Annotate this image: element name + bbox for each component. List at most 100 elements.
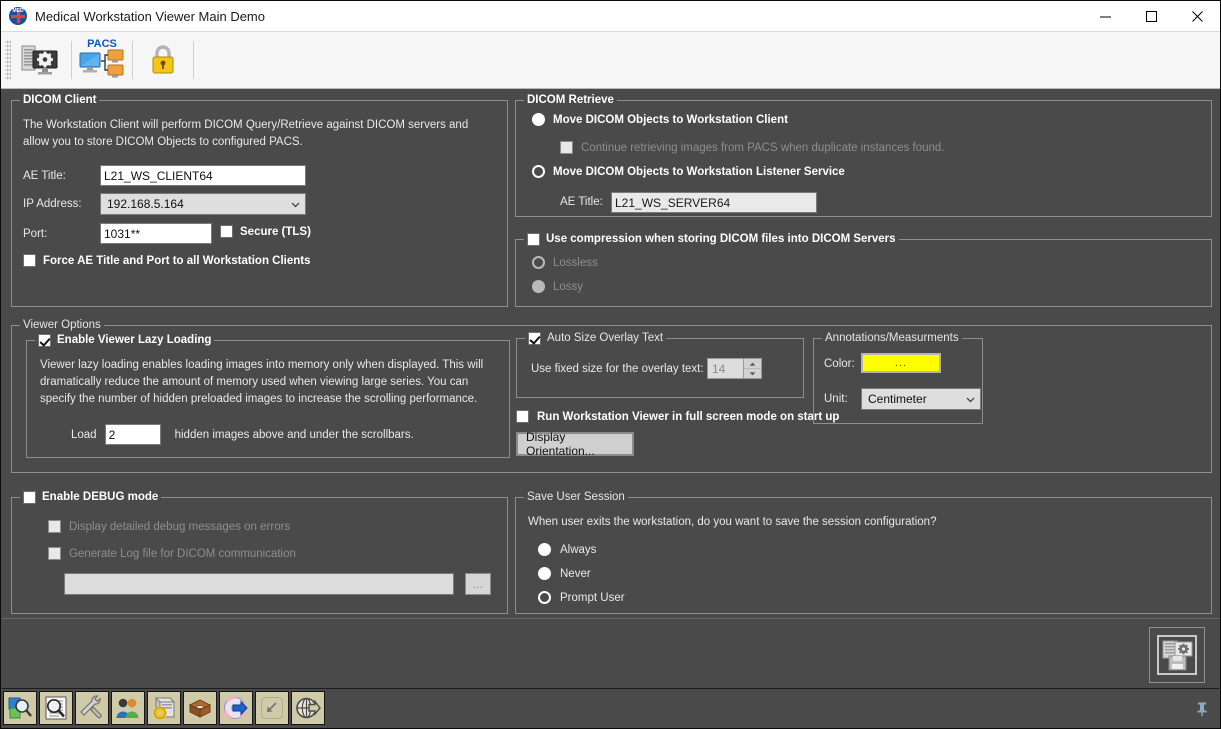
caret-down-icon	[749, 372, 756, 376]
continue-retrieving-row[interactable]: Continue retrieving images from PACS whe…	[560, 141, 945, 154]
session-option-always[interactable]: Always	[538, 543, 596, 556]
listener-ae-title-input[interactable]	[611, 192, 817, 213]
compression-checkbox[interactable]	[527, 233, 540, 246]
log-browse-button[interactable]: ...	[465, 573, 491, 595]
debug-checkbox[interactable]	[23, 491, 36, 504]
continue-retrieving-checkbox[interactable]	[560, 141, 573, 154]
server-settings-button[interactable]	[15, 36, 67, 84]
globe-export-button[interactable]	[291, 691, 325, 725]
session-never-radio[interactable]	[538, 567, 551, 580]
secure-tls-label: Secure (TLS)	[240, 226, 311, 238]
save-settings-button[interactable]	[1149, 627, 1205, 683]
force-ae-row[interactable]: Force AE Title and Port to all Workstati…	[23, 254, 311, 267]
generate-log-checkbox[interactable]	[48, 547, 61, 560]
save-session-group: Save User Session When user exits the wo…	[515, 497, 1212, 614]
lazy-loading-group: Enable Viewer Lazy Loading Viewer lazy l…	[26, 340, 510, 458]
display-orientation-button[interactable]: Display Orientation...	[516, 432, 634, 456]
minimize-button[interactable]	[1082, 1, 1128, 31]
full-screen-checkbox[interactable]	[516, 410, 529, 423]
pin-icon	[1195, 701, 1209, 717]
listener-ae-title-label: AE Title:	[560, 196, 603, 208]
users-button[interactable]	[111, 691, 145, 725]
session-always-radio[interactable]	[538, 543, 551, 556]
dicom-retrieve-group: DICOM Retrieve Move DICOM Objects to Wor…	[515, 100, 1212, 217]
retrieve-client-radio[interactable]	[532, 113, 545, 126]
minimize-icon	[1099, 10, 1112, 23]
magnifier-document-button[interactable]	[39, 691, 73, 725]
maximize-button[interactable]	[1128, 1, 1174, 31]
toolbar-separator-1	[71, 41, 72, 79]
spin-up-button[interactable]	[744, 359, 761, 369]
full-screen-row[interactable]: Run Workstation Viewer in full screen mo…	[516, 410, 839, 423]
session-prompt-label: Prompt User	[560, 592, 625, 604]
magnifier-document-icon	[43, 695, 69, 721]
wrench-tool-button[interactable]	[75, 691, 109, 725]
session-option-never[interactable]: Never	[538, 567, 591, 580]
session-always-label: Always	[560, 544, 596, 556]
force-ae-checkbox[interactable]	[23, 254, 36, 267]
retrieve-client-option[interactable]: Move DICOM Objects to Workstation Client	[532, 113, 788, 126]
bottom-toolbar-spacer	[327, 691, 361, 725]
session-option-prompt[interactable]: Prompt User	[538, 591, 625, 604]
toolbar-separator-3	[193, 41, 194, 79]
lossy-radio[interactable]	[532, 280, 545, 293]
auto-size-legend-wrap[interactable]: Auto Size Overlay Text	[525, 331, 666, 345]
archive-box-icon	[187, 695, 213, 721]
close-button[interactable]	[1174, 1, 1220, 31]
viewer-options-legend: Viewer Options	[20, 318, 104, 332]
lossless-label: Lossless	[553, 257, 598, 269]
dicom-retrieve-legend: DICOM Retrieve	[524, 93, 617, 107]
generate-log-row[interactable]: Generate Log file for DICOM communicatio…	[48, 547, 296, 560]
session-prompt-radio[interactable]	[538, 591, 551, 604]
fixed-size-spinner[interactable]: 14	[707, 358, 762, 379]
lazy-load-suffix: hidden images above and under the scroll…	[175, 429, 414, 441]
client-port-input[interactable]	[100, 223, 212, 244]
lossless-radio[interactable]	[532, 256, 545, 269]
secure-tls-checkbox[interactable]	[220, 225, 233, 238]
secure-tls-row[interactable]: Secure (TLS)	[220, 225, 311, 238]
auto-size-legend: Auto Size Overlay Text	[547, 331, 663, 345]
debug-legend: Enable DEBUG mode	[42, 490, 158, 504]
chevron-down-icon	[965, 394, 976, 405]
cd-export-button[interactable]	[219, 691, 253, 725]
spin-down-button[interactable]	[744, 369, 761, 378]
compression-legend-wrap[interactable]: Use compression when storing DICOM files…	[524, 232, 899, 246]
save-settings-icon	[1155, 633, 1199, 677]
annotation-color-button-text: ...	[895, 357, 907, 369]
server-settings-icon	[20, 40, 62, 80]
lazy-loading-legend-wrap[interactable]: Enable Viewer Lazy Loading	[35, 333, 214, 347]
annotation-color-button[interactable]: ...	[861, 353, 941, 373]
full-screen-label: Run Workstation Viewer in full screen mo…	[537, 411, 839, 423]
pacs-button[interactable]: PACS	[76, 36, 128, 84]
auto-size-checkbox[interactable]	[528, 332, 541, 345]
lossy-label: Lossy	[553, 281, 583, 293]
close-icon	[1191, 10, 1204, 23]
client-ip-combo[interactable]: 192.168.5.164	[100, 193, 306, 215]
bottom-toolbar	[2, 688, 1219, 727]
log-path-input[interactable]	[64, 573, 454, 595]
annotation-unit-label: Unit:	[824, 393, 848, 405]
lossy-option[interactable]: Lossy	[532, 280, 583, 293]
cursor-arrow-button[interactable]	[255, 691, 289, 725]
annotation-unit-combo[interactable]: Centimeter	[861, 388, 981, 410]
lazy-loading-checkbox[interactable]	[38, 334, 51, 347]
lazy-load-input[interactable]	[105, 424, 161, 445]
dicom-client-legend: DICOM Client	[20, 93, 99, 107]
study-search-button[interactable]	[3, 691, 37, 725]
archive-box-button[interactable]	[183, 691, 217, 725]
lossless-option[interactable]: Lossless	[532, 256, 598, 269]
security-button[interactable]	[137, 36, 189, 84]
pin-button[interactable]	[1195, 701, 1209, 717]
auto-size-overlay-group: Auto Size Overlay Text Use fixed size fo…	[516, 338, 804, 398]
server-gear-button[interactable]	[147, 691, 181, 725]
detailed-messages-row[interactable]: Display detailed debug messages on error…	[48, 520, 290, 533]
detailed-messages-checkbox[interactable]	[48, 520, 61, 533]
client-ae-title-input[interactable]	[100, 165, 306, 186]
fixed-size-spin-buttons[interactable]	[743, 359, 761, 378]
globe-export-icon	[295, 695, 321, 721]
toolbar-grip[interactable]	[5, 40, 11, 80]
debug-legend-wrap[interactable]: Enable DEBUG mode	[20, 490, 161, 504]
viewer-options-group: Viewer Options Enable Viewer Lazy Loadin…	[11, 325, 1212, 473]
retrieve-listener-option[interactable]: Move DICOM Objects to Workstation Listen…	[532, 165, 845, 178]
retrieve-listener-radio[interactable]	[532, 165, 545, 178]
